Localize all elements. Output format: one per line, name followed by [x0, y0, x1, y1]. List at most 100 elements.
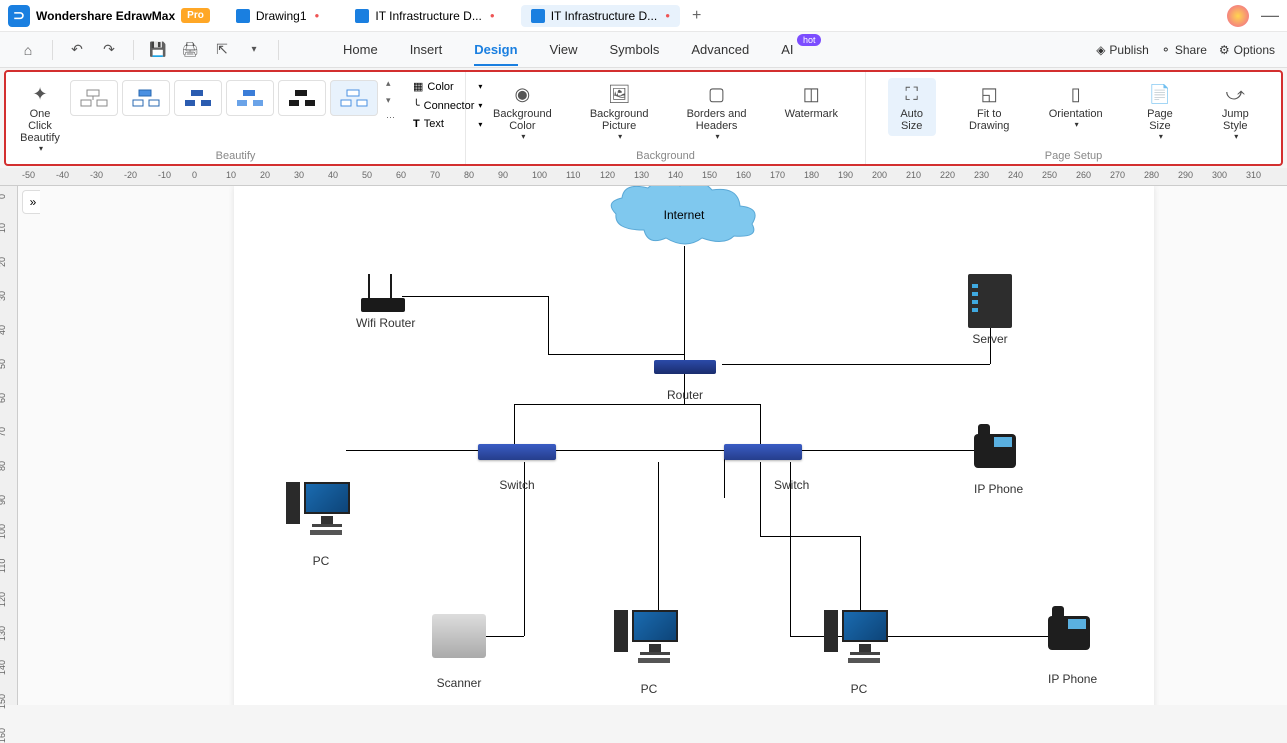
- node-switch-2[interactable]: Switch: [724, 444, 809, 492]
- fill-icon: ◉: [510, 82, 534, 106]
- home-icon[interactable]: ⌂: [14, 36, 42, 64]
- ribbon-group-beautify: ✦ One Click Beautify▾ ▴ ▾ ⋯ ▦Color▾ ╰Con…: [6, 72, 466, 164]
- node-pc-3[interactable]: PC: [824, 610, 894, 696]
- menu-symbols[interactable]: Symbols: [594, 34, 676, 65]
- internet-label: Internet: [664, 208, 705, 222]
- node-internet[interactable]: Internet: [604, 186, 764, 250]
- orientation-button[interactable]: ▯Orientation▾: [1043, 78, 1109, 133]
- tab-modified-icon: ●: [665, 11, 670, 20]
- user-avatar-icon[interactable]: [1227, 5, 1249, 27]
- ribbon-label-background: Background: [466, 150, 865, 162]
- wire: [346, 450, 484, 451]
- theme-preset-1[interactable]: [70, 80, 118, 116]
- wire: [548, 296, 549, 354]
- node-server[interactable]: Server: [968, 274, 1012, 346]
- tab-infra-2[interactable]: IT Infrastructure D... ●: [521, 5, 680, 27]
- add-tab-button[interactable]: +: [692, 7, 701, 25]
- menu-design[interactable]: Design: [458, 34, 533, 65]
- pc-label: PC: [824, 682, 894, 696]
- theme-preset-6[interactable]: [330, 80, 378, 116]
- title-bar: ⊃ Wondershare EdrawMax Pro Drawing1 ● IT …: [0, 0, 1287, 32]
- more-quick-button[interactable]: ▾: [240, 36, 268, 64]
- theme-expand[interactable]: ⋯: [386, 112, 395, 123]
- switch-label: Switch: [478, 478, 556, 492]
- theme-preset-2[interactable]: [122, 80, 170, 116]
- minimize-button[interactable]: —: [1261, 5, 1279, 26]
- wire: [722, 364, 990, 365]
- theme-scroll-up[interactable]: ▴: [386, 78, 395, 89]
- fit-to-drawing-button[interactable]: ◱Fit to Drawing: [963, 78, 1015, 136]
- tab-modified-icon: ●: [315, 11, 320, 20]
- node-router[interactable]: Router: [654, 360, 716, 402]
- menu-ai[interactable]: AIhot: [765, 34, 817, 65]
- node-wifi-router[interactable]: Wifi Router: [356, 276, 415, 330]
- app-logo-icon: ⊃: [8, 5, 30, 27]
- wire: [760, 536, 860, 537]
- wifi-label: Wifi Router: [356, 316, 415, 330]
- background-picture-button[interactable]: 🖼Background Picture▾: [584, 78, 655, 145]
- theme-preset-3[interactable]: [174, 80, 222, 116]
- autosize-icon: ⛶: [900, 82, 924, 106]
- wire: [514, 404, 684, 405]
- node-scanner[interactable]: Scanner: [432, 614, 486, 690]
- switch-label: Switch: [774, 478, 809, 492]
- horizontal-ruler: -50-40-30-20-100102030405060708090100110…: [0, 168, 1287, 186]
- node-switch-1[interactable]: Switch: [478, 444, 556, 492]
- wire: [800, 450, 980, 451]
- node-pc-2[interactable]: PC: [614, 610, 684, 696]
- orientation-icon: ▯: [1064, 82, 1088, 106]
- wire: [402, 296, 548, 297]
- canvas-area: 0102030405060708090100110120130140150160…: [0, 186, 1287, 705]
- share-icon: ⚬: [1161, 43, 1171, 57]
- menu-home[interactable]: Home: [327, 34, 394, 65]
- jump-icon: ⤻: [1223, 82, 1247, 106]
- canvas[interactable]: Internet Wifi Router Server Router: [40, 186, 1287, 705]
- tab-label: IT Infrastructure D...: [551, 9, 657, 23]
- auto-size-button[interactable]: ⛶Auto Size: [888, 78, 936, 136]
- theme-preset-5[interactable]: [278, 80, 326, 116]
- app-title: Wondershare EdrawMax: [36, 9, 175, 23]
- wire: [684, 246, 685, 364]
- quick-toolbar: ⌂ ↶ ↷ 💾 🖨 ⇱ ▾ Home Insert Design View Sy…: [0, 32, 1287, 68]
- ipphone-label: IP Phone: [974, 482, 1023, 496]
- tab-infra-1[interactable]: IT Infrastructure D...●: [345, 5, 504, 27]
- menu-view[interactable]: View: [534, 34, 594, 65]
- palette-icon: ▦: [413, 80, 423, 93]
- print-button[interactable]: 🖨: [176, 36, 204, 64]
- pc-label: PC: [614, 682, 684, 696]
- tab-drawing1[interactable]: Drawing1 ●: [226, 5, 330, 27]
- ribbon-label-page: Page Setup: [866, 150, 1281, 162]
- wire: [684, 404, 760, 405]
- tab-label: IT Infrastructure D...: [375, 9, 481, 23]
- page: Internet Wifi Router Server Router: [234, 186, 1154, 705]
- jump-style-button[interactable]: ⤻Jump Style▾: [1211, 78, 1259, 145]
- redo-button[interactable]: ↷: [95, 36, 123, 64]
- node-ipphone-1[interactable]: IP Phone: [974, 434, 1023, 496]
- options-button[interactable]: ⚙Options: [1219, 43, 1275, 57]
- doc-icon: [355, 9, 369, 23]
- borders-headers-button[interactable]: ▢Borders and Headers▾: [681, 78, 753, 145]
- export-button[interactable]: ⇱: [208, 36, 236, 64]
- node-ipphone-2[interactable]: IP Phone: [1048, 616, 1097, 686]
- share-button[interactable]: ⚬Share: [1161, 43, 1207, 57]
- text-icon: T: [413, 118, 420, 130]
- theme-preset-4[interactable]: [226, 80, 274, 116]
- tab-label: Drawing1: [256, 9, 307, 23]
- pro-badge: Pro: [181, 8, 210, 23]
- watermark-button[interactable]: ◫Watermark: [779, 78, 844, 124]
- vertical-ruler: 0102030405060708090100110120130140150160: [0, 186, 18, 705]
- menu-tabs: Home Insert Design View Symbols Advanced…: [327, 34, 817, 65]
- publish-button[interactable]: ◈Publish: [1096, 43, 1149, 57]
- one-click-beautify-button[interactable]: ✦ One Click Beautify▾: [16, 78, 64, 157]
- theme-scroll-down[interactable]: ▾: [386, 95, 395, 106]
- ribbon-group-background: ◉Background Color▾ 🖼Background Picture▾ …: [466, 72, 866, 164]
- wire: [554, 450, 724, 451]
- undo-button[interactable]: ↶: [63, 36, 91, 64]
- doc-icon: [236, 9, 250, 23]
- node-pc-1[interactable]: PC: [286, 482, 356, 568]
- menu-insert[interactable]: Insert: [394, 34, 459, 65]
- menu-advanced[interactable]: Advanced: [675, 34, 765, 65]
- background-color-button[interactable]: ◉Background Color▾: [487, 78, 558, 145]
- save-button[interactable]: 💾: [144, 36, 172, 64]
- page-size-button[interactable]: 📄Page Size▾: [1136, 78, 1184, 145]
